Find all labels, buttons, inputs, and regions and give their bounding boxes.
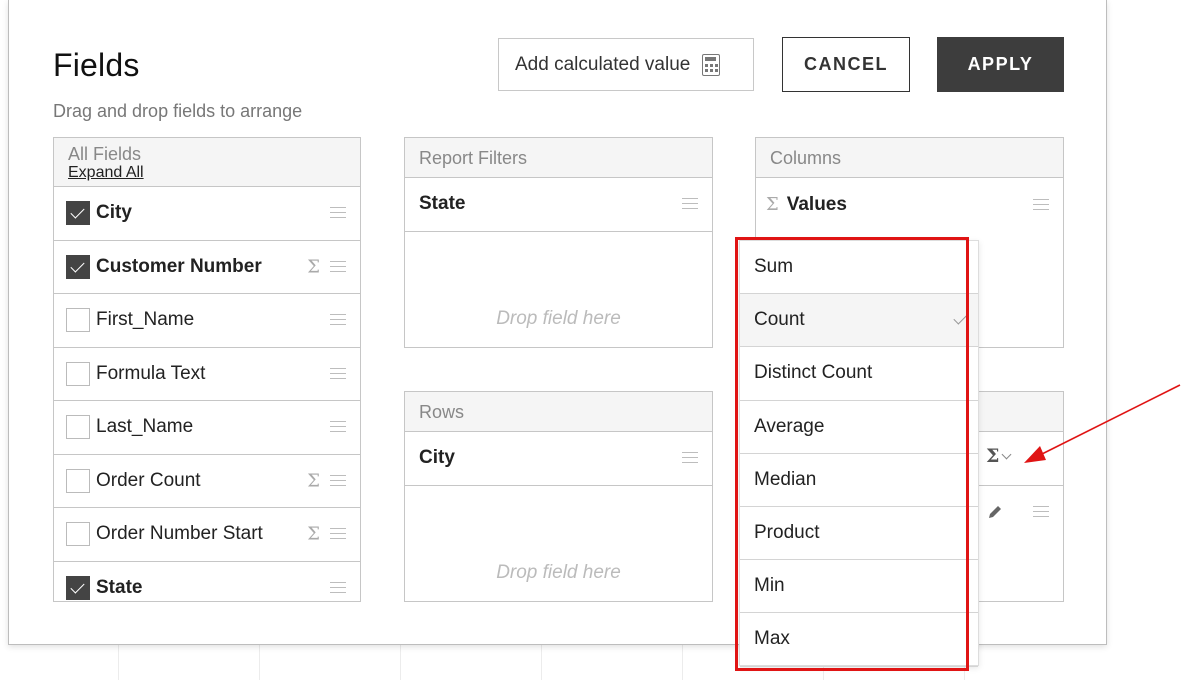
drag-handle-icon[interactable] [330,207,346,219]
field-label: First_Name [96,309,195,331]
chevron-down-icon [1001,449,1012,459]
calculator-icon [702,53,721,76]
menu-item-label: Count [754,309,805,331]
field-row[interactable]: Last_Name [54,401,360,455]
all-fields-title: All Fields [68,144,142,164]
field-row[interactable]: First_Name [54,294,360,348]
rows-field[interactable]: City [405,432,712,486]
field-label: Order Count [96,469,201,491]
drag-handle-icon[interactable] [682,452,698,464]
drag-handle-icon[interactable] [1033,198,1049,210]
field-row[interactable]: Customer Number Σ [54,241,360,294]
report-filters-drop-zone[interactable]: Drop field here [405,308,712,330]
field-row[interactable]: Formula Text [54,348,360,401]
menu-item-product[interactable]: Product [740,507,978,561]
field-row[interactable]: Order Count Σ [54,455,360,508]
add-calculated-value-button[interactable]: Add calculated value [498,38,754,91]
drag-handle-icon[interactable] [1033,506,1049,518]
apply-button[interactable]: APPLY [937,37,1064,92]
menu-item-sum[interactable]: Sum [740,241,978,295]
field-checkbox[interactable] [66,201,90,226]
aggregation-toggle[interactable]: Σ [986,445,1012,467]
field-checkbox[interactable] [66,576,90,601]
field-checkbox[interactable] [66,522,90,547]
columns-field-label: Values [786,193,847,215]
drag-handle-icon[interactable] [330,260,346,272]
menu-item-distinct-count[interactable]: Distinct Count [740,347,978,401]
drag-handle-icon[interactable] [330,367,346,379]
columns-field[interactable]: Σ Values [756,178,1063,232]
report-filter-field-label: State [419,193,466,215]
field-row[interactable]: Order Number Start Σ [54,508,360,562]
field-label: Last_Name [96,416,194,438]
menu-item-median[interactable]: Median [740,454,978,507]
rows-panel: Rows City Drop field here [404,391,713,602]
menu-item-label: Sum [754,256,794,278]
report-filter-field[interactable]: State [405,178,712,232]
drag-handle-icon[interactable] [330,314,346,326]
field-checkbox[interactable] [66,254,90,279]
check-icon [953,310,968,325]
all-fields-panel: All Fields Expand All City Customer Numbe… [53,137,361,602]
sigma-icon: Σ [307,256,320,278]
pencil-icon[interactable] [986,503,1004,521]
background-grid [0,645,1186,680]
add-calculated-value-label: Add calculated value [515,53,691,75]
menu-item-count[interactable]: Count [740,294,978,348]
sigma-icon: Σ [766,194,779,216]
report-filters-header: Report Filters [405,138,712,178]
menu-item-min[interactable]: Min [740,560,978,614]
menu-item-label: Max [754,628,790,650]
menu-item-label: Min [754,575,785,597]
field-checkbox[interactable] [66,308,90,333]
field-row[interactable]: State [54,562,360,616]
all-fields-header: All Fields Expand All [54,138,360,187]
drag-handle-icon[interactable] [330,582,346,594]
drag-handle-icon[interactable] [682,198,698,210]
field-checkbox[interactable] [66,361,90,386]
menu-item-max[interactable]: Max [740,613,978,667]
menu-item-average[interactable]: Average [740,401,978,454]
menu-item-label: Product [754,522,820,544]
report-filters-panel: Report Filters State Drop field here [404,137,713,348]
field-checkbox[interactable] [66,468,90,493]
columns-header: Columns [756,138,1063,178]
rows-field-label: City [419,447,455,469]
field-label: Formula Text [96,362,206,384]
menu-item-label: Median [754,468,817,490]
drag-handle-icon[interactable] [330,528,346,540]
dialog-subtitle: Drag and drop fields to arrange [53,101,303,121]
dialog-title: Fields [53,47,140,83]
menu-item-label: Average [754,415,825,437]
field-label: State [96,577,143,599]
field-list: City Customer Number Σ First_Name Formula Te… [54,187,360,615]
cancel-button[interactable]: CANCEL [782,37,910,92]
drag-handle-icon[interactable] [330,474,346,486]
rows-drop-zone[interactable]: Drop field here [405,562,712,584]
aggregation-menu: Sum Count Distinct Count Average Median Produ… [739,240,979,667]
drag-handle-icon[interactable] [330,421,346,433]
field-label: Order Number Start [96,523,263,545]
sigma-icon: Σ [307,470,320,492]
field-row[interactable]: City [54,187,360,241]
field-checkbox[interactable] [66,415,90,440]
sigma-icon: Σ [986,445,1000,467]
rows-header: Rows [405,392,712,432]
field-label: Customer Number [96,255,262,277]
menu-item-label: Distinct Count [754,362,873,384]
field-label: City [96,202,132,224]
sigma-icon: Σ [307,523,320,545]
expand-all-link[interactable]: Expand All [68,164,360,182]
